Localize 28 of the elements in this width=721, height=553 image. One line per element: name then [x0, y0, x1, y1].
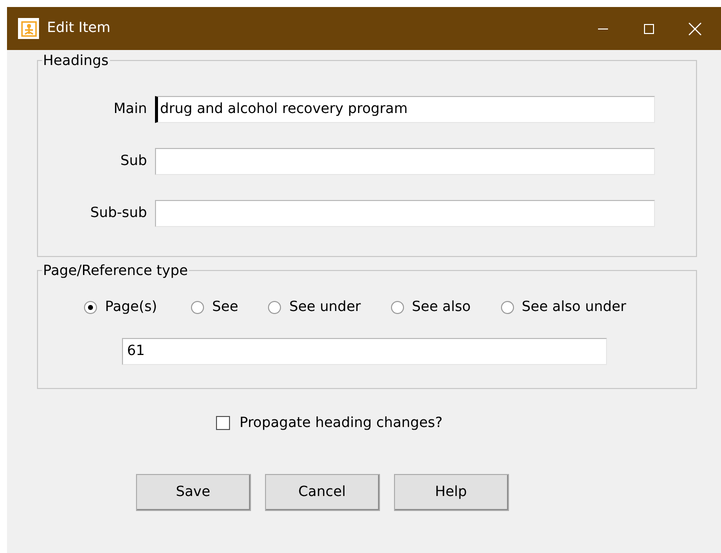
close-icon[interactable]: [688, 22, 702, 36]
text-field[interactable]: [155, 200, 655, 226]
radio-button[interactable]: [268, 300, 282, 314]
text-field[interactable]: [155, 148, 655, 174]
field-label: Sub-sub: [89, 204, 148, 222]
radio-button[interactable]: [500, 300, 514, 314]
radio-button[interactable]: [390, 300, 404, 314]
group-title: Headings: [42, 54, 110, 68]
radio-label[interactable]: See also under: [522, 296, 626, 318]
page-field[interactable]: 61: [122, 338, 607, 364]
window-title: Edit Item: [47, 19, 110, 38]
radio-label[interactable]: See: [212, 296, 238, 318]
help-button[interactable]: Help: [394, 474, 508, 510]
maximize-icon[interactable]: [642, 22, 654, 34]
group-title: Page/Reference type: [42, 264, 189, 278]
cancel-button[interactable]: Cancel: [264, 474, 380, 510]
text-field[interactable]: drug and alcohol recovery program: [155, 96, 655, 122]
radio-label[interactable]: See under: [289, 296, 361, 318]
app-icon: [18, 18, 39, 39]
checkbox-label[interactable]: Propagate heading changes?: [240, 412, 442, 434]
field-label: Main: [112, 100, 148, 118]
checkbox[interactable]: [216, 416, 230, 430]
radio-label[interactable]: See also: [412, 296, 471, 318]
radio-label[interactable]: Page(s): [105, 296, 158, 318]
field-label: Sub: [119, 152, 148, 170]
radio-button[interactable]: [191, 300, 204, 314]
save-button[interactable]: Save: [136, 474, 250, 510]
radio-button[interactable]: [84, 300, 97, 314]
